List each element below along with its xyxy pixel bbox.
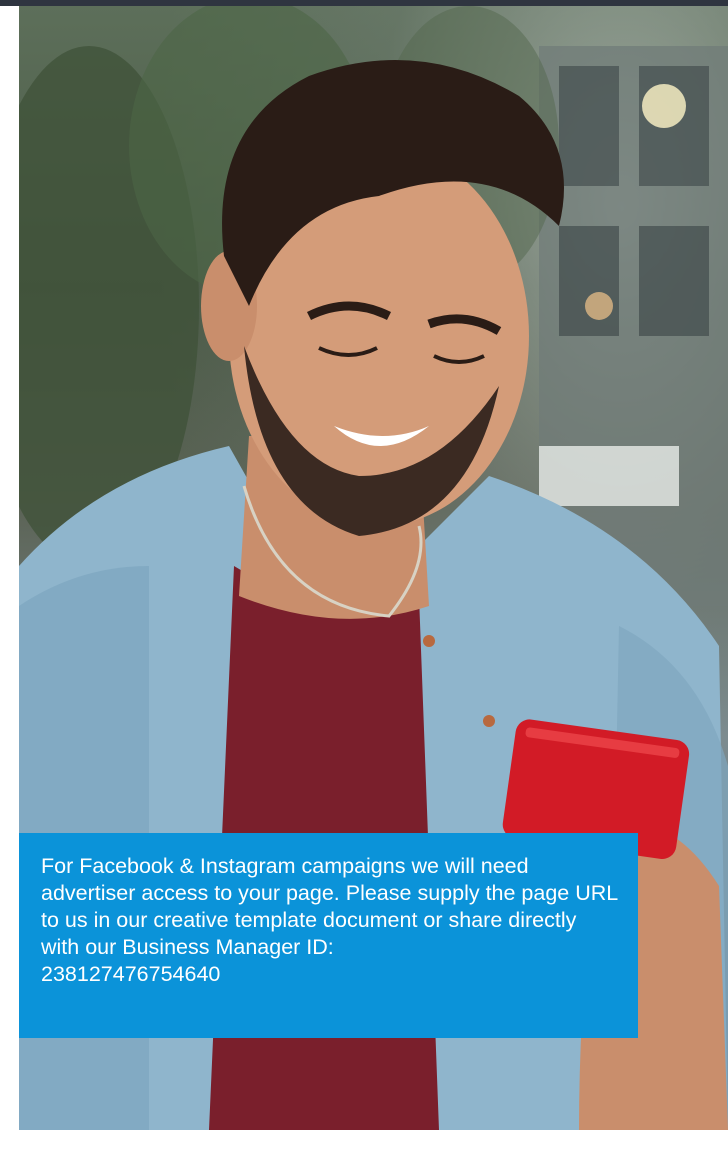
advertiser-access-notice: For Facebook & Instagram campaigns we wi… [19,833,638,1038]
business-manager-id: 238127476754640 [41,962,221,986]
notice-text: For Facebook & Instagram campaigns we wi… [41,853,618,988]
page-footer-space [19,1130,728,1159]
notice-body: For Facebook & Instagram campaigns we wi… [41,854,618,959]
